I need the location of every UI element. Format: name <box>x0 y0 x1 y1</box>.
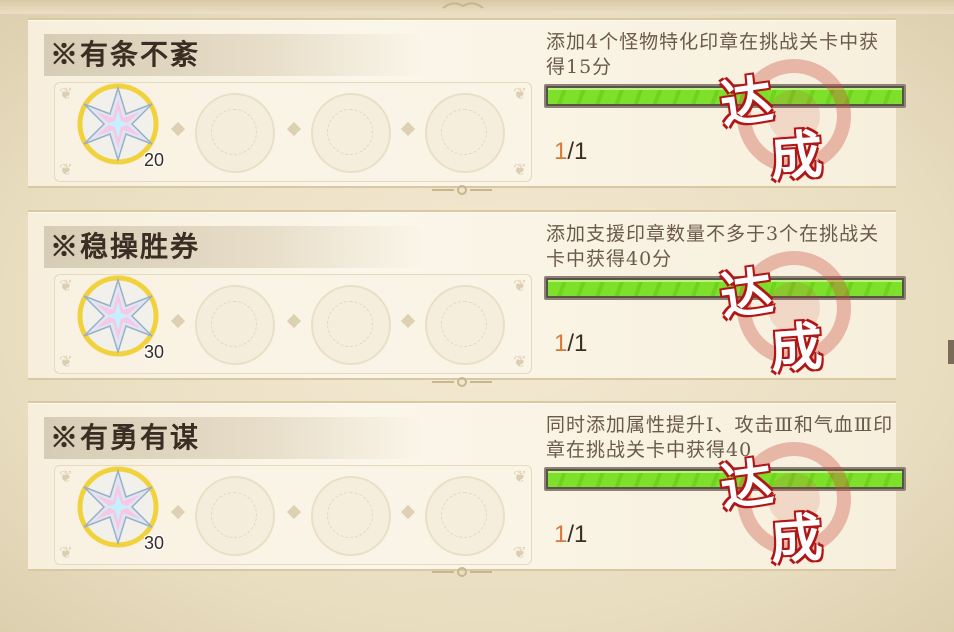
slot-separator-icon <box>286 504 302 520</box>
slot-separator-icon <box>170 504 186 520</box>
corner-ornament-icon: ❦ <box>59 352 73 371</box>
reward-count: 30 <box>144 533 165 553</box>
slot-separator-icon <box>170 313 186 329</box>
task-title: ※稳操胜券 <box>50 230 201 263</box>
slot-separator-icon <box>400 504 416 520</box>
empty-reward-slot <box>311 285 391 365</box>
slot-separator-icon <box>400 121 416 137</box>
completed-stamp: 达 成 <box>714 246 854 381</box>
empty-reward-slot <box>195 93 275 173</box>
task-list: ※有条不紊 ❦ ❦ ❦ ❦ 20 添加4个怪物特化印章在挑战关卡中获得15分 1… <box>0 0 954 632</box>
slot-separator-icon <box>400 313 416 329</box>
progress-text: 1/1 <box>554 138 587 166</box>
task-card: ※稳操胜券 ❦ ❦ ❦ ❦ 30 添加支援印章数量不多于3个在挑战关卡中获得40… <box>28 210 906 381</box>
stamp-char: 成 <box>768 507 825 572</box>
empty-reward-slot <box>425 476 505 556</box>
corner-ornament-icon: ❦ <box>513 352 527 371</box>
corner-ornament-icon: ❦ <box>59 276 73 295</box>
empty-reward-slot <box>311 476 391 556</box>
stamp-char: 成 <box>768 316 825 381</box>
corner-ornament-icon: ❦ <box>59 84 73 103</box>
reward-count: 30 <box>144 342 165 362</box>
progress-current: 1 <box>554 521 568 548</box>
empty-reward-slot <box>195 476 275 556</box>
corner-ornament-icon: ❦ <box>513 160 527 179</box>
progress-total: /1 <box>567 330 588 357</box>
corner-ornament-icon: ❦ <box>513 467 527 486</box>
corner-ornament-icon: ❦ <box>513 543 527 562</box>
completed-stamp: 达 成 <box>714 54 854 189</box>
corner-ornament-icon: ❦ <box>59 160 73 179</box>
task-card: ※有勇有谋 ❦ ❦ ❦ ❦ 30 同时添加属性提升Ⅰ、攻击Ⅲ和气血Ⅲ印章在挑战关… <box>28 401 906 572</box>
corner-ornament-icon: ❦ <box>59 543 73 562</box>
slot-separator-icon <box>286 313 302 329</box>
empty-reward-slot <box>195 285 275 365</box>
empty-reward-slot <box>311 93 391 173</box>
slot-separator-icon <box>170 121 186 137</box>
divider-ornament-icon <box>432 567 492 577</box>
progress-current: 1 <box>554 330 568 357</box>
progress-current: 1 <box>554 138 568 165</box>
corner-ornament-icon: ❦ <box>513 276 527 295</box>
empty-reward-slot <box>425 93 505 173</box>
stamp-char: 成 <box>768 124 825 189</box>
corner-ornament-icon: ❦ <box>513 84 527 103</box>
progress-total: /1 <box>567 138 588 165</box>
divider-ornament-icon <box>432 185 492 195</box>
task-title: ※有条不紊 <box>50 38 201 71</box>
scroll-handle[interactable] <box>948 340 954 364</box>
corner-ornament-icon: ❦ <box>59 467 73 486</box>
empty-reward-slot <box>425 285 505 365</box>
progress-text: 1/1 <box>554 521 587 549</box>
divider-ornament-icon <box>432 377 492 387</box>
slot-separator-icon <box>286 121 302 137</box>
task-title: ※有勇有谋 <box>50 421 201 454</box>
reward-count: 20 <box>144 150 165 170</box>
progress-total: /1 <box>567 521 588 548</box>
progress-text: 1/1 <box>554 330 587 358</box>
completed-stamp: 达 成 <box>714 437 854 572</box>
task-card: ※有条不紊 ❦ ❦ ❦ ❦ 20 添加4个怪物特化印章在挑战关卡中获得15分 1… <box>28 18 906 189</box>
